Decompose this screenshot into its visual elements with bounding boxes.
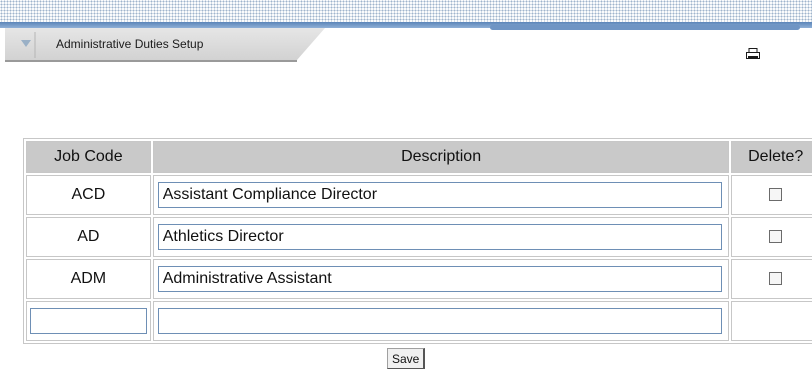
empty-delete-cell xyxy=(731,301,812,341)
table-row: ADM xyxy=(26,259,812,299)
delete-cell xyxy=(731,217,812,257)
duties-table: Job Code Description Delete? ACD AD ADM xyxy=(23,138,812,344)
page-header-tab: Administrative Duties Setup xyxy=(5,28,375,64)
triangle-down-icon[interactable] xyxy=(21,40,31,47)
job-code-cell: ACD xyxy=(26,175,151,215)
new-job-code-input[interactable] xyxy=(29,308,147,334)
save-button[interactable]: Save xyxy=(387,348,426,369)
table-header-row: Job Code Description Delete? xyxy=(26,141,812,173)
table-row: ACD xyxy=(26,175,812,215)
top-dotted-strip xyxy=(0,0,812,22)
printer-icon[interactable] xyxy=(746,48,760,60)
column-header-delete: Delete? xyxy=(731,141,812,173)
job-code-cell: ADM xyxy=(26,259,151,299)
column-header-description: Description xyxy=(152,141,730,173)
page-title: Administrative Duties Setup xyxy=(56,37,204,51)
delete-cell xyxy=(731,175,812,215)
new-job-code-cell xyxy=(26,301,151,341)
delete-checkbox[interactable] xyxy=(769,272,783,286)
description-cell xyxy=(152,259,730,299)
table-row: AD xyxy=(26,217,812,257)
new-description-cell xyxy=(152,301,730,341)
delete-cell xyxy=(731,259,812,299)
description-input[interactable] xyxy=(157,182,722,208)
description-cell xyxy=(152,175,730,215)
job-code-cell: AD xyxy=(26,217,151,257)
delete-checkbox[interactable] xyxy=(769,230,783,244)
new-description-input[interactable] xyxy=(157,308,722,334)
column-header-job-code: Job Code xyxy=(26,141,151,173)
new-entry-row xyxy=(26,301,812,341)
top-blue-bar-bump xyxy=(490,25,800,30)
delete-checkbox[interactable] xyxy=(769,188,783,202)
description-cell xyxy=(152,217,730,257)
description-input[interactable] xyxy=(157,224,722,250)
description-input[interactable] xyxy=(157,266,722,292)
